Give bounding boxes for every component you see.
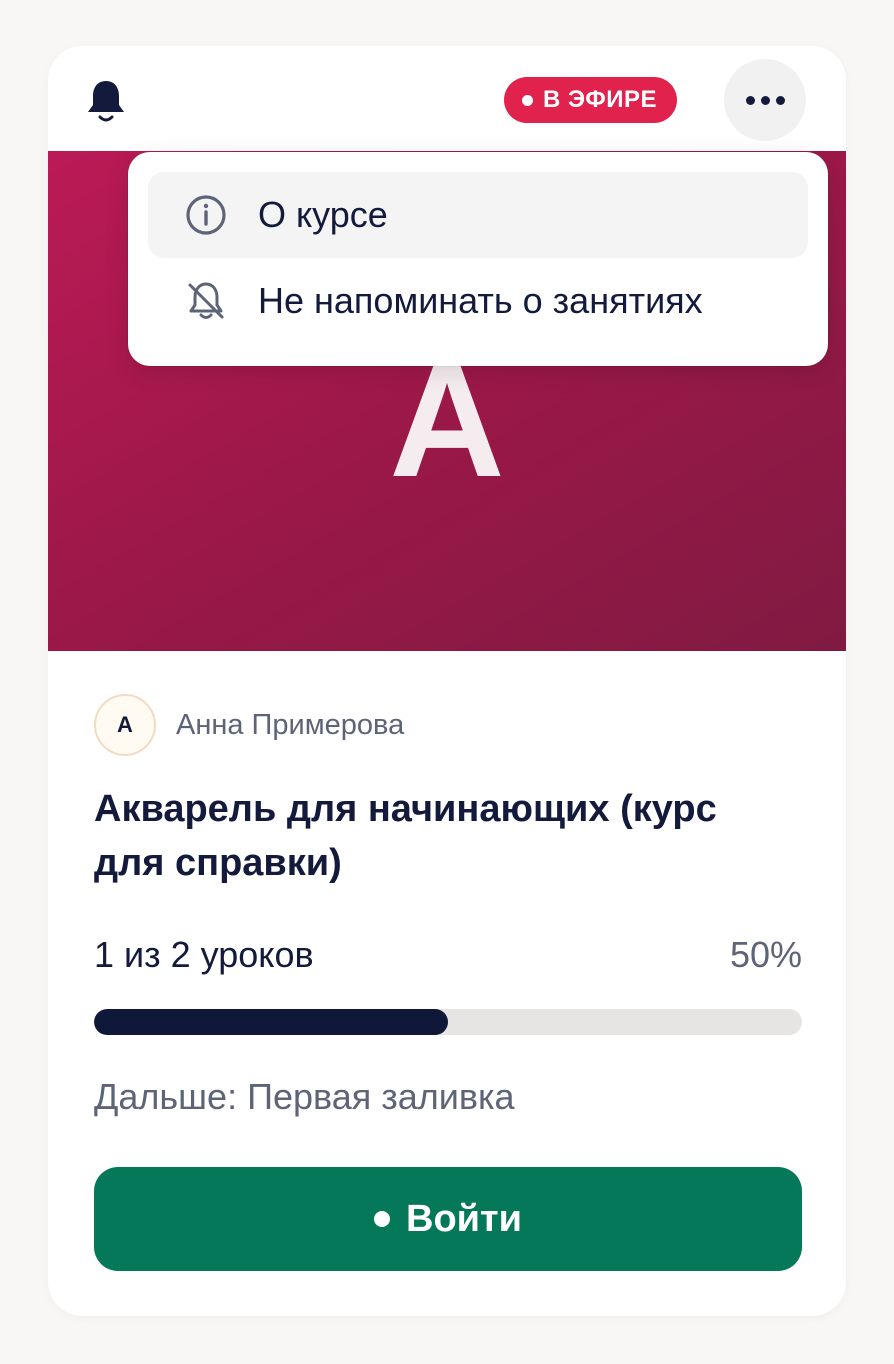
bell-off-icon [188, 282, 224, 319]
course-title: Акварель для начинающих (курс для справк… [94, 788, 717, 884]
more-options-button[interactable] [724, 59, 806, 141]
enter-button[interactable]: Войти [94, 1167, 802, 1271]
progress-percent: 50% [729, 934, 802, 975]
bell-icon[interactable] [84, 78, 128, 124]
menu-item-mute-reminders[interactable]: Не напоминать о занятиях [148, 258, 808, 344]
progress-bar [94, 1009, 802, 1035]
menu-item-label: Не напоминать о занятиях [258, 280, 703, 321]
author-name: Анна Примерова [176, 708, 405, 741]
card-header: В ЭФИРЕ [48, 46, 846, 151]
progress-bar-fill [94, 1009, 448, 1035]
more-horizontal-icon [745, 95, 755, 105]
live-dot-icon [374, 1211, 390, 1227]
enter-button-label: Войти [406, 1197, 522, 1240]
live-dot-icon [522, 94, 533, 106]
menu-item-about-course[interactable]: О курсе [148, 172, 808, 258]
options-menu: О курсе Не напоминать о занятиях [128, 152, 828, 366]
avatar: А [94, 694, 156, 756]
progress-row: 1 из 2 уроков 50% [94, 934, 802, 976]
author-row: А Анна Примерова [94, 694, 404, 756]
live-badge: В ЭФИРЕ [504, 77, 678, 123]
progress-text: 1 из 2 уроков [94, 934, 314, 975]
live-badge-label: В ЭФИРЕ [543, 86, 658, 113]
menu-item-label: О курсе [258, 194, 388, 235]
info-icon [186, 195, 226, 235]
next-lesson: Дальше: Первая заливка [94, 1076, 515, 1117]
